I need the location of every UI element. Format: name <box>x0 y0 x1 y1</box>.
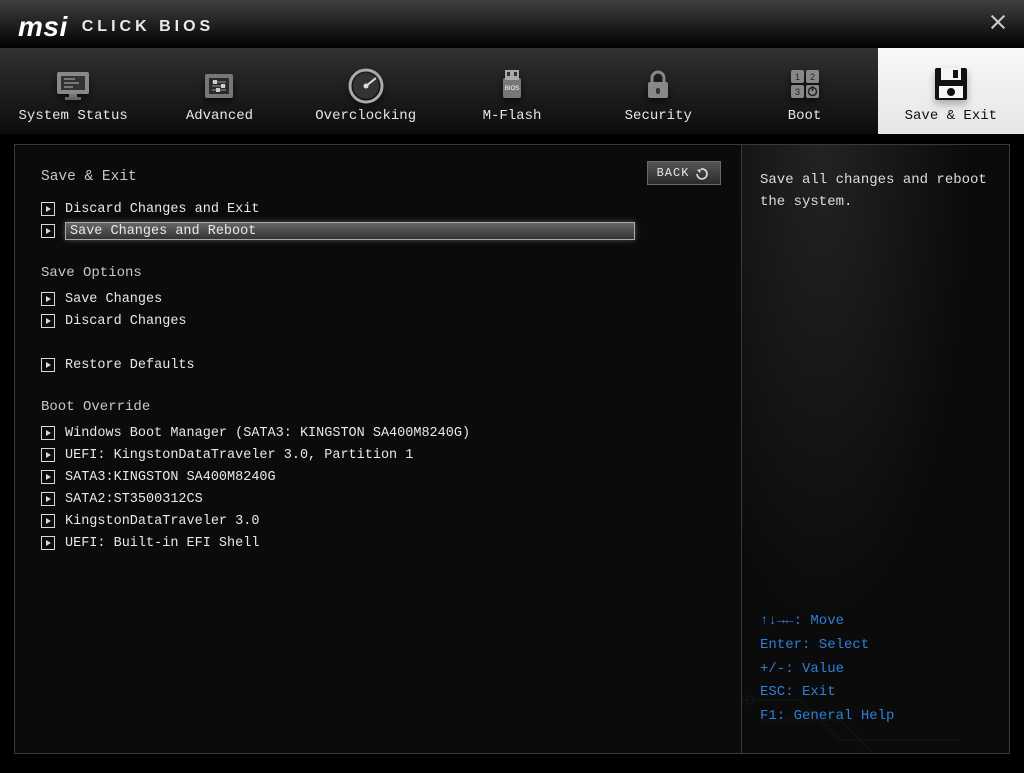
item-label: Save Changes and Reboot <box>65 222 635 240</box>
action-icon <box>41 514 55 528</box>
item-save-and-reboot[interactable]: Save Changes and Reboot <box>41 221 719 241</box>
hint-select: Enter: Select <box>760 634 991 658</box>
item-label: Save Changes <box>65 292 162 307</box>
group-save-options: Save Options Save Changes Discard Change… <box>41 265 719 331</box>
product-name: CLICK BIOS <box>82 18 214 36</box>
action-icon <box>41 448 55 462</box>
svg-text:1: 1 <box>795 72 800 82</box>
undo-icon <box>695 166 711 180</box>
item-label: Discard Changes <box>65 314 187 329</box>
boot-override-option[interactable]: UEFI: KingstonDataTraveler 3.0, Partitio… <box>41 445 719 465</box>
nav-label: System Status <box>19 108 128 124</box>
action-icon <box>41 492 55 506</box>
hint-help: F1: General Help <box>760 705 991 729</box>
boot-override-option[interactable]: UEFI: Built-in EFI Shell <box>41 533 719 553</box>
item-label: Restore Defaults <box>65 358 195 373</box>
back-button[interactable]: BACK <box>647 161 721 185</box>
nav-save-exit[interactable]: Save & Exit <box>878 48 1024 134</box>
nav-label: Overclocking <box>315 108 416 124</box>
help-description: Save all changes and reboot the system. <box>760 169 991 214</box>
header-bar: msi CLICK BIOS <box>0 0 1024 48</box>
nav-label: Save & Exit <box>905 108 997 124</box>
group-boot-override: Boot Override Windows Boot Manager (SATA… <box>41 399 719 553</box>
action-icon <box>41 426 55 440</box>
item-discard-and-exit[interactable]: Discard Changes and Exit <box>41 199 719 219</box>
nav-advanced[interactable]: Advanced <box>146 48 292 134</box>
hint-exit: ESC: Exit <box>760 681 991 705</box>
lock-icon <box>635 58 681 104</box>
nav-overclocking[interactable]: Overclocking <box>293 48 439 134</box>
nav-label: Boot <box>788 108 822 124</box>
floppy-icon <box>928 58 974 104</box>
page-title: Save & Exit <box>41 169 719 185</box>
usb-icon: BIOS <box>489 58 535 104</box>
item-restore-defaults[interactable]: Restore Defaults <box>41 355 719 375</box>
nav-system-status[interactable]: System Status <box>0 48 146 134</box>
item-save-changes[interactable]: Save Changes <box>41 289 719 309</box>
action-icon <box>41 470 55 484</box>
nav-label: M-Flash <box>483 108 542 124</box>
top-nav: System Status Advanced Overclocking BIOS… <box>0 48 1024 134</box>
gauge-icon <box>343 58 389 104</box>
monitor-icon <box>50 58 96 104</box>
key-hints: ↑↓→←: Move Enter: Select +/-: Value ESC:… <box>760 610 991 729</box>
svg-text:2: 2 <box>810 72 815 82</box>
item-discard-changes[interactable]: Discard Changes <box>41 311 719 331</box>
item-label: SATA2:ST3500312CS <box>65 492 203 507</box>
group-exit: Discard Changes and Exit Save Changes an… <box>41 199 719 241</box>
group-heading: Boot Override <box>41 399 719 415</box>
action-icon <box>41 314 55 328</box>
settings-panel: BACK Save & Exit Discard Changes and Exi… <box>14 144 742 754</box>
svg-text:3: 3 <box>795 87 800 97</box>
boot-order-icon: 1 2 3 <box>782 58 828 104</box>
nav-boot[interactable]: 1 2 3 Boot <box>731 48 877 134</box>
svg-text:BIOS: BIOS <box>505 86 519 92</box>
close-button[interactable] <box>984 8 1012 36</box>
action-icon <box>41 202 55 216</box>
nav-security[interactable]: Security <box>585 48 731 134</box>
item-label: Windows Boot Manager (SATA3: KINGSTON SA… <box>65 426 470 441</box>
boot-override-option[interactable]: SATA3:KINGSTON SA400M8240G <box>41 467 719 487</box>
action-icon <box>41 224 55 238</box>
boot-override-option[interactable]: SATA2:ST3500312CS <box>41 489 719 509</box>
item-label: UEFI: KingstonDataTraveler 3.0, Partitio… <box>65 448 413 463</box>
group-heading: Save Options <box>41 265 719 281</box>
brand-logo: msi <box>18 11 68 43</box>
back-button-label: BACK <box>657 166 690 180</box>
action-icon <box>41 358 55 372</box>
sliders-icon <box>196 58 242 104</box>
group-restore: Restore Defaults <box>41 355 719 375</box>
item-label: SATA3:KINGSTON SA400M8240G <box>65 470 276 485</box>
item-label: KingstonDataTraveler 3.0 <box>65 514 259 529</box>
nav-label: Security <box>625 108 692 124</box>
boot-override-option[interactable]: KingstonDataTraveler 3.0 <box>41 511 719 531</box>
nav-label: Advanced <box>186 108 253 124</box>
action-icon <box>41 292 55 306</box>
item-label: UEFI: Built-in EFI Shell <box>65 536 259 551</box>
hint-value: +/-: Value <box>760 658 991 682</box>
action-icon <box>41 536 55 550</box>
boot-override-option[interactable]: Windows Boot Manager (SATA3: KINGSTON SA… <box>41 423 719 443</box>
nav-mflash[interactable]: BIOS M-Flash <box>439 48 585 134</box>
help-panel: Save all changes and reboot the system. … <box>742 144 1010 754</box>
hint-move: ↑↓→←: Move <box>760 610 991 634</box>
item-label: Discard Changes and Exit <box>65 202 259 217</box>
